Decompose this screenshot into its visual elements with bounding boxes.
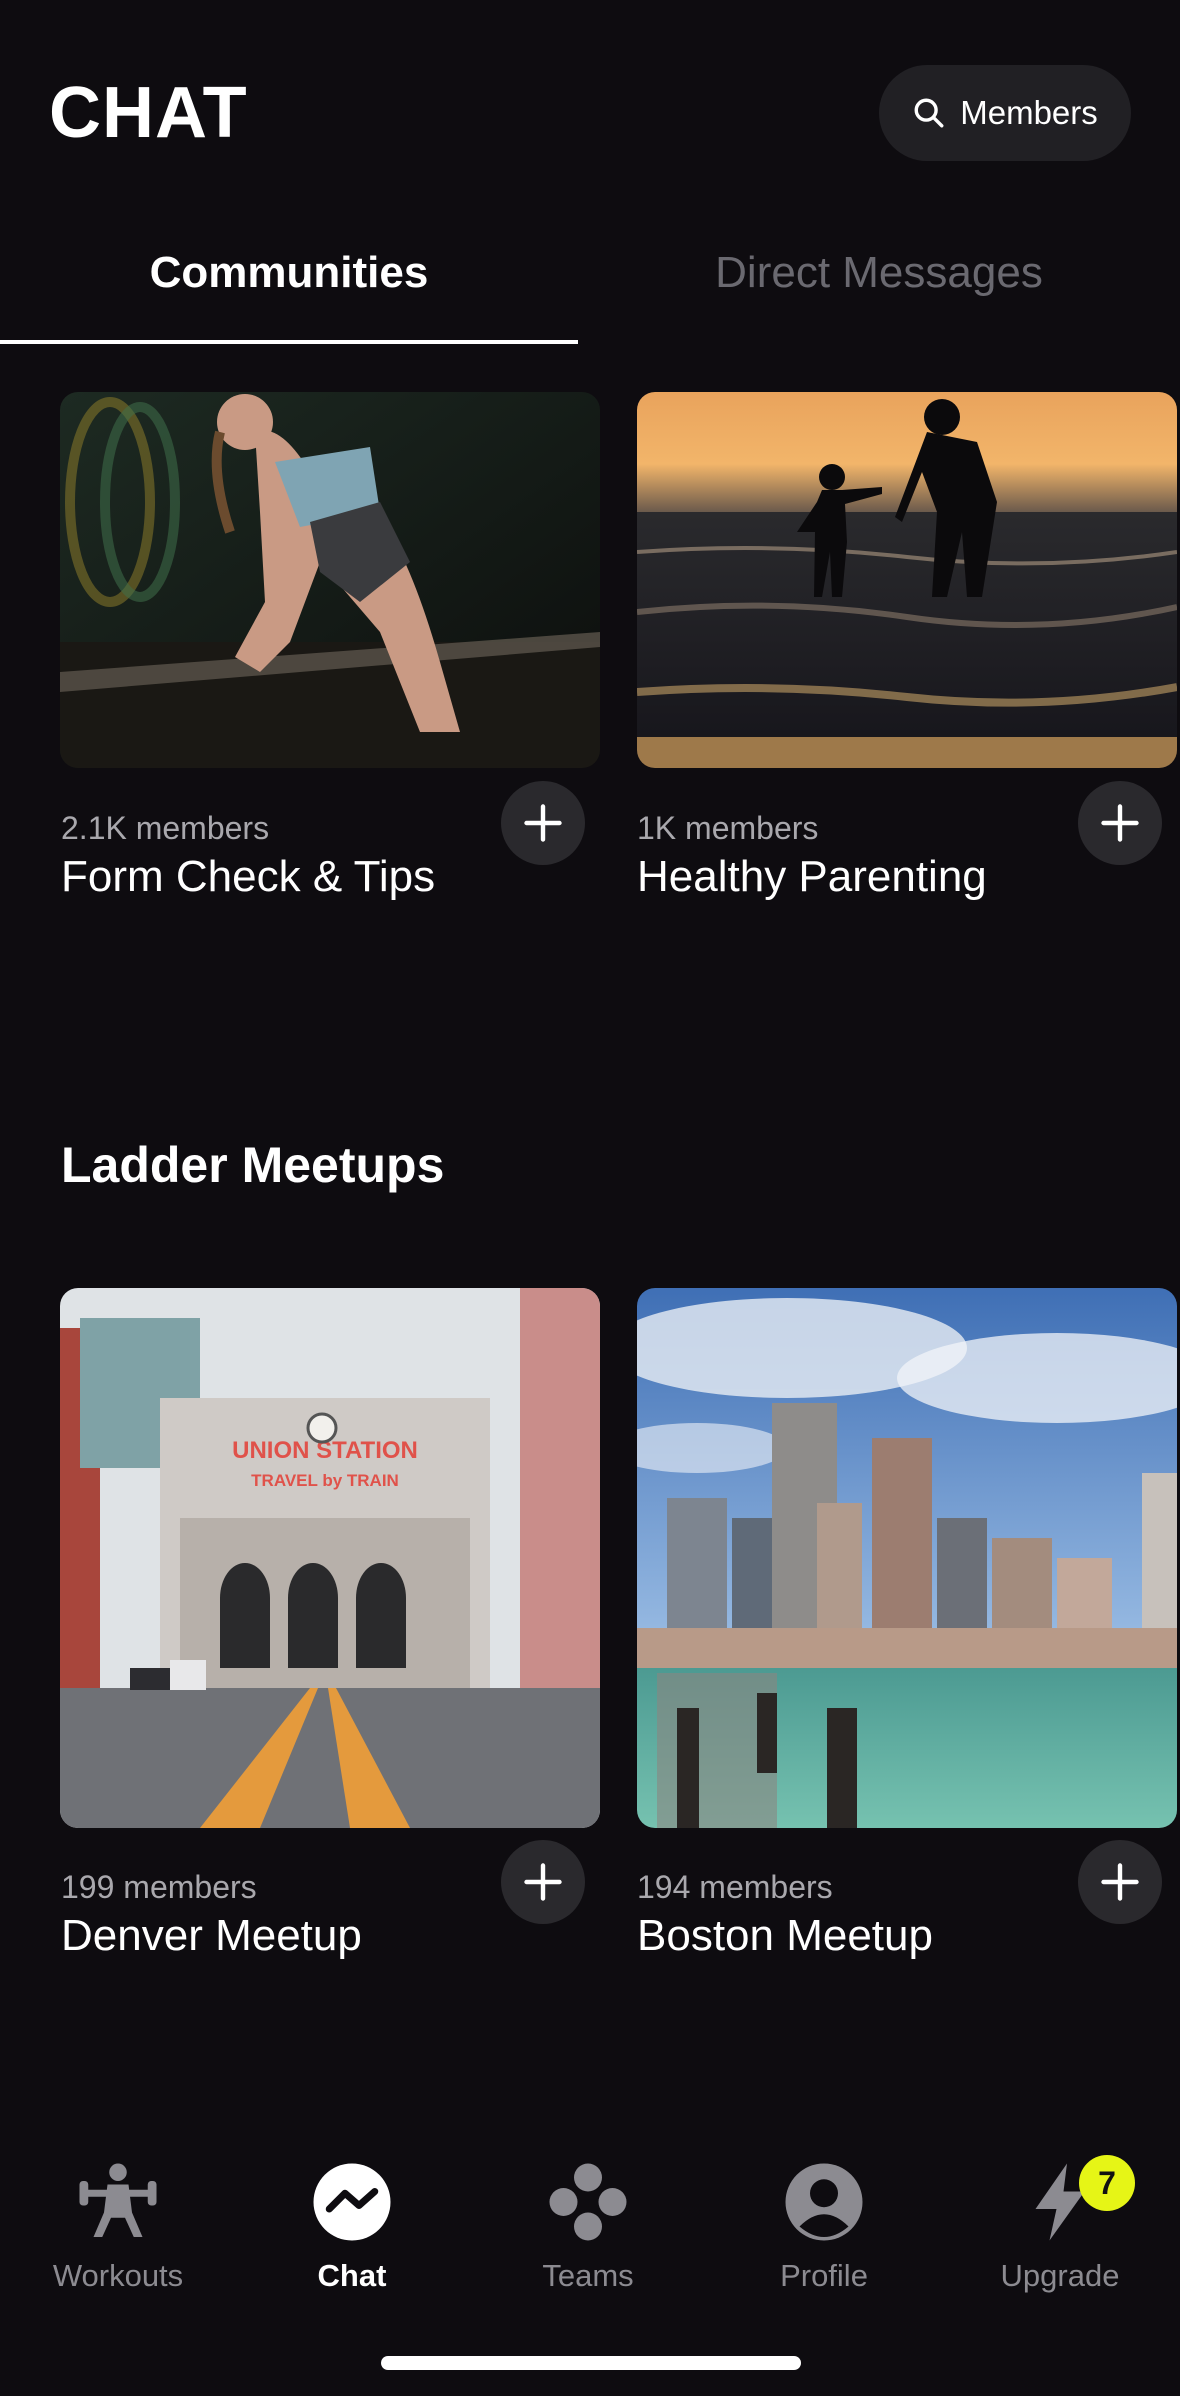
members-search-button[interactable]: Members: [879, 65, 1131, 161]
chat-icon: [313, 2163, 391, 2241]
nav-label: Teams: [542, 2258, 634, 2293]
nav-upgrade[interactable]: Upgrade: [942, 2160, 1178, 2294]
nav-chat[interactable]: Chat: [234, 2160, 470, 2294]
join-community-button[interactable]: [1078, 781, 1162, 865]
meetup-image-denver[interactable]: UNION STATION TRAVEL by TRAIN: [60, 1288, 600, 1828]
plus-icon: [1101, 1863, 1139, 1901]
tab-communities[interactable]: Communities: [0, 248, 578, 298]
join-meetup-button[interactable]: [1078, 1840, 1162, 1924]
teams-icon: [549, 2163, 627, 2241]
members-button-label: Members: [960, 94, 1098, 131]
plus-icon: [524, 1863, 562, 1901]
meetup-image-boston[interactable]: [637, 1288, 1177, 1828]
tab-direct-messages[interactable]: Direct Messages: [578, 248, 1180, 298]
join-community-button[interactable]: [501, 781, 585, 865]
community-image-form-check[interactable]: [60, 392, 600, 768]
home-indicator[interactable]: [381, 2356, 801, 2370]
workouts-icon: [79, 2163, 157, 2237]
meetup-members-count: 199 members: [61, 1869, 257, 1905]
profile-icon: [785, 2163, 863, 2241]
section-title-ladder-meetups: Ladder Meetups: [61, 1137, 445, 1193]
meetup-members-count: 194 members: [637, 1869, 833, 1905]
meetup-title[interactable]: Boston Meetup: [637, 1911, 933, 1961]
active-tab-indicator: [0, 340, 578, 344]
nav-profile[interactable]: Profile: [706, 2160, 942, 2294]
plus-icon: [524, 804, 562, 842]
nav-teams[interactable]: Teams: [470, 2160, 706, 2294]
meetup-title[interactable]: Denver Meetup: [61, 1911, 362, 1961]
community-members-count: 1K members: [637, 810, 819, 846]
community-members-count: 2.1K members: [61, 810, 270, 846]
svg-text:TRAVEL by TRAIN: TRAVEL by TRAIN: [251, 1471, 399, 1490]
upgrade-badge: 7: [1079, 2155, 1135, 2211]
plus-icon: [1101, 804, 1139, 842]
community-image-healthy-parenting[interactable]: [637, 392, 1177, 768]
join-meetup-button[interactable]: [501, 1840, 585, 1924]
nav-label: Chat: [317, 2258, 387, 2293]
nav-workouts[interactable]: Workouts: [0, 2160, 236, 2294]
community-title[interactable]: Form Check & Tips: [61, 852, 435, 902]
community-title[interactable]: Healthy Parenting: [637, 852, 987, 902]
nav-label: Profile: [780, 2258, 868, 2293]
nav-label: Upgrade: [1000, 2258, 1120, 2293]
nav-label: Workouts: [52, 2258, 184, 2293]
search-icon: [914, 98, 944, 128]
page-title: CHAT: [49, 73, 248, 153]
